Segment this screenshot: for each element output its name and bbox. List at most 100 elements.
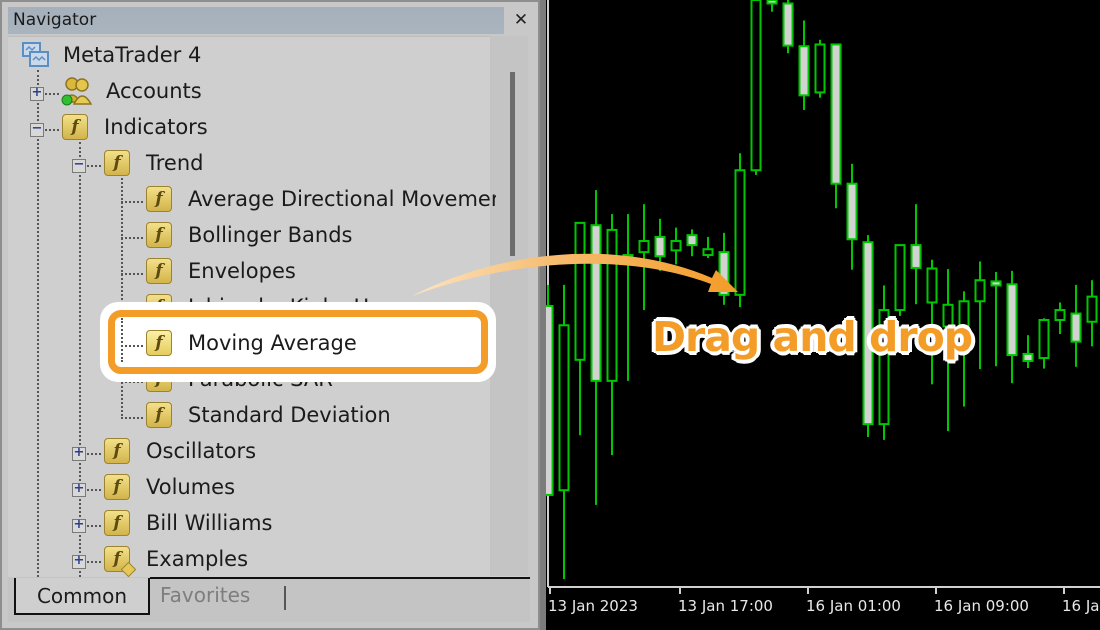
candle-body: [798, 45, 810, 97]
candle-body: [1006, 283, 1018, 357]
tree-connector: [87, 489, 101, 491]
tree-connector: [87, 561, 101, 563]
candle-body: [718, 251, 730, 296]
expand-icon[interactable]: +: [30, 86, 44, 101]
candle-body: [766, 0, 778, 5]
terminal-icon: [22, 42, 49, 67]
candle-body: [670, 240, 682, 252]
tree-connector: [87, 525, 101, 527]
tree-item-examples[interactable]: f Examples: [104, 542, 249, 578]
candle-body: [974, 279, 986, 303]
time-tick-label: 16 Ja: [1062, 597, 1099, 615]
tab-separator: [284, 586, 286, 610]
time-tick-label: 16 Jan 01:00: [806, 597, 901, 615]
candle-body: [894, 244, 906, 312]
tree-item-label: Oscillators: [146, 439, 257, 463]
tree-item-metatrader[interactable]: MetaTrader 4: [22, 38, 201, 72]
function-icon: f: [146, 330, 172, 356]
tree-connector: [121, 237, 143, 239]
tab-favorites[interactable]: Favorites: [160, 583, 250, 607]
function-icon: f: [104, 474, 130, 500]
candle-body: [654, 235, 666, 258]
tree-item-oscillators[interactable]: f Oscillators: [104, 434, 256, 468]
candle-body: [546, 304, 554, 496]
candle-body: [622, 254, 634, 259]
scrollbar-thumb[interactable]: [510, 72, 515, 256]
drag-and-drop-label: Drag and drop: [652, 313, 973, 361]
tree-item-label: Trend: [146, 151, 204, 175]
candle-body: [606, 228, 618, 382]
function-example-icon: f: [104, 546, 137, 578]
candle-body: [1086, 295, 1098, 323]
function-icon: f: [146, 222, 172, 248]
navigator-title: Navigator: [13, 10, 97, 30]
tab-common[interactable]: Common: [14, 578, 150, 615]
tree-item-label: MetaTrader 4: [63, 43, 202, 67]
tree-item-volumes[interactable]: f Volumes: [104, 470, 235, 504]
tree-connector: [37, 70, 39, 585]
tree-connector: [87, 453, 101, 455]
candle-body: [814, 43, 826, 94]
candle-body: [782, 2, 794, 47]
tree-connector: [121, 318, 123, 362]
tree-item-label: Bill Williams: [146, 511, 273, 535]
tree-item-moving-average[interactable]: f Moving Average: [146, 326, 357, 360]
candle-body: [1022, 352, 1034, 362]
tree-item-trend[interactable]: f Trend: [104, 146, 203, 180]
tree-item-label: Volumes: [146, 475, 236, 499]
candle-body: [558, 324, 570, 492]
candle-body: [1054, 309, 1066, 321]
tree-item-bollinger-bands[interactable]: f Bollinger Bands: [146, 218, 352, 252]
candle-body: [750, 0, 762, 172]
tree-connector: [45, 129, 59, 131]
tree-item-indicators[interactable]: f Indicators: [62, 110, 208, 144]
tree-connector: [121, 201, 143, 203]
candle-body: [830, 43, 842, 185]
expand-icon[interactable]: +: [72, 554, 86, 569]
tree-item-label: Accounts: [106, 79, 202, 103]
expand-icon[interactable]: +: [72, 518, 86, 533]
tree-connector: [87, 165, 101, 167]
tree-connector: [121, 417, 143, 419]
tree-item-label: Standard Deviation: [188, 403, 391, 427]
tree-connector: [121, 345, 143, 347]
accounts-icon: [61, 77, 93, 106]
function-icon: f: [62, 114, 88, 140]
tree-item-average-directional-movement[interactable]: f Average Directional Movemer: [146, 182, 496, 216]
navigator-title-bar[interactable]: Navigator: [8, 7, 504, 34]
tree-item-label: Average Directional Movemer: [188, 187, 496, 211]
tree-item-label: Bollinger Bands: [188, 223, 353, 247]
expand-icon[interactable]: +: [72, 446, 86, 461]
tree-item-standard-deviation[interactable]: f Standard Deviation: [146, 398, 391, 432]
function-icon: f: [104, 438, 130, 464]
expand-icon[interactable]: +: [72, 482, 86, 497]
candle-body: [702, 248, 714, 257]
tree-item-label: Envelopes: [188, 259, 296, 283]
tree-item-label: Examples: [146, 547, 249, 571]
candle-body: [926, 267, 938, 304]
scrollbar-track[interactable]: [490, 36, 528, 576]
candle-body: [1038, 318, 1050, 360]
function-icon: f: [104, 150, 130, 176]
tabs-divider: [150, 577, 530, 579]
candle-body: [846, 182, 858, 241]
tree-connector: [121, 273, 143, 275]
tree-connector: [45, 93, 59, 95]
collapse-icon[interactable]: −: [30, 122, 44, 137]
candle-body: [990, 280, 1002, 287]
close-icon[interactable]: ✕: [510, 10, 532, 30]
candle-body: [638, 240, 650, 254]
tree-item-accounts[interactable]: Accounts: [60, 74, 202, 108]
function-icon: f: [104, 510, 130, 536]
function-icon: f: [146, 258, 172, 284]
candle-body: [734, 169, 746, 296]
candle-body: [686, 234, 698, 247]
function-icon: f: [146, 402, 172, 428]
function-icon: f: [146, 186, 172, 212]
tree-item-bill-williams[interactable]: f Bill Williams: [104, 506, 273, 540]
candle-body: [1070, 312, 1082, 343]
tree-item-envelopes[interactable]: f Envelopes: [146, 254, 296, 288]
time-tick-label: 13 Jan 2023: [548, 597, 638, 615]
candle-body: [910, 244, 922, 269]
collapse-icon[interactable]: −: [72, 158, 86, 173]
